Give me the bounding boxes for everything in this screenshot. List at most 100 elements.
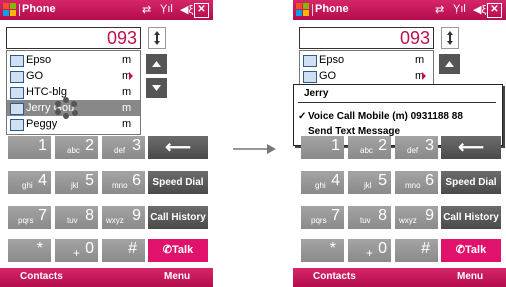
list-item-selected[interactable]: Jerry Gou m [7, 97, 140, 119]
list-item[interactable]: Peggy m [7, 116, 140, 132]
key-1[interactable]: 1 [8, 136, 51, 159]
call-history-button[interactable]: Call History [148, 206, 208, 229]
more-numbers-icon [129, 72, 133, 80]
key-3[interactable]: def 3 [102, 136, 145, 159]
up-down-icon[interactable] [441, 27, 459, 49]
contact-name: GO [26, 70, 44, 82]
contact-card-icon [10, 103, 24, 115]
speed-dial-button[interactable]: Speed Dial [441, 171, 501, 194]
windows-flag-icon[interactable] [3, 3, 17, 17]
windows-flag-icon[interactable] [296, 3, 310, 17]
menu-softkey[interactable]: Menu [457, 271, 483, 282]
contact-card-icon [10, 55, 24, 67]
talk-button[interactable]: ✆Talk [148, 239, 208, 262]
key-hash[interactable]: # [102, 239, 145, 262]
talk-label: Talk [465, 244, 487, 256]
key-8[interactable]: tuv 8 [55, 206, 98, 229]
key-4[interactable]: ghi 4 [8, 171, 51, 194]
title-separator [19, 4, 20, 16]
volume-icon[interactable]: ◀︎ξ [180, 3, 193, 16]
contact-type: m [122, 54, 132, 66]
talk-label: Talk [172, 244, 194, 256]
key-2[interactable]: abc 2 [348, 136, 391, 159]
title-bar: Phone ⇄ Ỵıl ◀︎ξ ✕ [293, 0, 506, 20]
more-numbers-icon [422, 72, 426, 80]
up-down-icon[interactable] [148, 27, 166, 49]
title-separator [312, 4, 313, 16]
menu-header: Jerry [304, 88, 329, 99]
contact-suggestion-list: Epso m GO m HTC-blg m Jerry Gou m Peggy … [6, 50, 141, 135]
contact-card-icon [10, 87, 24, 99]
list-item[interactable]: Epso m [7, 52, 140, 68]
key-star[interactable]: * [8, 239, 51, 262]
phone-screen-right: Phone ⇄ Ỵıl ◀︎ξ ✕ 093 Epso m GO m Jerry … [293, 0, 506, 287]
dial-number-field[interactable]: 093 [6, 27, 141, 49]
contact-card-icon [10, 71, 24, 83]
phone-icon: ✆ [162, 244, 172, 256]
key-0[interactable]: +0 [55, 239, 98, 262]
key-4[interactable]: ghi 4 [301, 171, 344, 194]
contact-name: Epso [26, 54, 52, 66]
contact-name: Peggy [26, 118, 58, 130]
key-9[interactable]: wxyz 9 [395, 206, 438, 229]
key-5[interactable]: jkl 5 [55, 171, 98, 194]
talk-button[interactable]: ✆Talk [441, 239, 501, 262]
key-2[interactable]: abc 2 [55, 136, 98, 159]
contact-card-icon [303, 71, 317, 83]
key-8[interactable]: tuv 8 [348, 206, 391, 229]
backspace-icon[interactable]: ⟵ [441, 136, 501, 159]
contact-card-icon [303, 55, 317, 67]
key-0[interactable]: +0 [348, 239, 391, 262]
contact-name: GO [319, 70, 337, 82]
key-hash[interactable]: # [395, 239, 438, 262]
softkey-bar: Contacts Menu [0, 268, 213, 287]
dial-number: 093 [106, 28, 137, 48]
contact-type: m [122, 86, 132, 98]
list-item[interactable]: GO m [300, 68, 433, 84]
dial-number: 093 [399, 28, 430, 48]
app-title: Phone [22, 3, 56, 15]
list-item[interactable]: Epso m [300, 52, 433, 68]
title-bar: Phone ⇄ Ỵıl ◀︎ξ ✕ [0, 0, 213, 20]
menu-softkey[interactable]: Menu [164, 271, 190, 282]
key-3[interactable]: def 3 [395, 136, 438, 159]
backspace-icon[interactable]: ⟵ [148, 136, 208, 159]
down-arrow-icon[interactable] [146, 78, 167, 98]
checkmark-icon: ✓ [298, 111, 307, 122]
phone-screen-left: Phone ⇄ Ỵıl ◀︎ξ ✕ 093 Epso m GO m HTC-bl… [0, 0, 213, 287]
contact-type: m [122, 102, 132, 114]
connectivity-icon[interactable]: ⇄ [142, 3, 151, 16]
key-star[interactable]: * [301, 239, 344, 262]
volume-icon[interactable]: ◀︎ξ [473, 3, 486, 16]
phone-icon: ✆ [455, 244, 465, 256]
dial-number-field[interactable]: 093 [299, 27, 434, 49]
key-7[interactable]: pqrs 7 [8, 206, 51, 229]
close-icon[interactable]: ✕ [194, 3, 209, 18]
up-arrow-icon[interactable] [439, 54, 460, 74]
key-9[interactable]: wxyz 9 [102, 206, 145, 229]
contact-type: m [122, 118, 132, 130]
contact-suggestion-list: Epso m GO m [299, 50, 434, 86]
key-1[interactable]: 1 [301, 136, 344, 159]
signal-icon[interactable]: Ỵıl [160, 3, 173, 15]
up-arrow-icon[interactable] [146, 54, 167, 74]
app-title: Phone [315, 3, 349, 15]
key-5[interactable]: jkl 5 [348, 171, 391, 194]
softkey-bar: Contacts Menu [293, 268, 506, 287]
right-arrow-icon [233, 144, 276, 154]
menu-divider [298, 102, 496, 103]
menu-item-voice-call[interactable]: Voice Call Mobile (m) 0931188 88 [308, 111, 463, 122]
contact-type: m [415, 54, 425, 66]
key-6[interactable]: mno 6 [102, 171, 145, 194]
contacts-softkey[interactable]: Contacts [313, 271, 356, 282]
close-icon[interactable]: ✕ [487, 3, 502, 18]
list-item[interactable]: GO m [7, 68, 140, 84]
key-7[interactable]: pqrs 7 [301, 206, 344, 229]
signal-icon[interactable]: Ỵıl [453, 3, 466, 15]
speed-dial-button[interactable]: Speed Dial [148, 171, 208, 194]
connectivity-icon[interactable]: ⇄ [435, 3, 444, 16]
contact-card-icon [10, 119, 24, 131]
call-history-button[interactable]: Call History [441, 206, 501, 229]
key-6[interactable]: mno 6 [395, 171, 438, 194]
contacts-softkey[interactable]: Contacts [20, 271, 63, 282]
